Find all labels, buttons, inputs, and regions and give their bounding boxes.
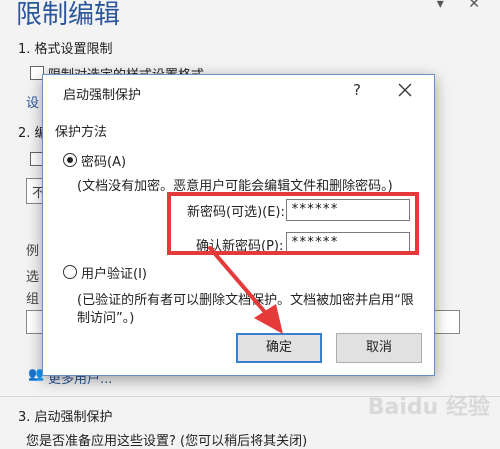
arrow-annotation [208, 246, 283, 334]
